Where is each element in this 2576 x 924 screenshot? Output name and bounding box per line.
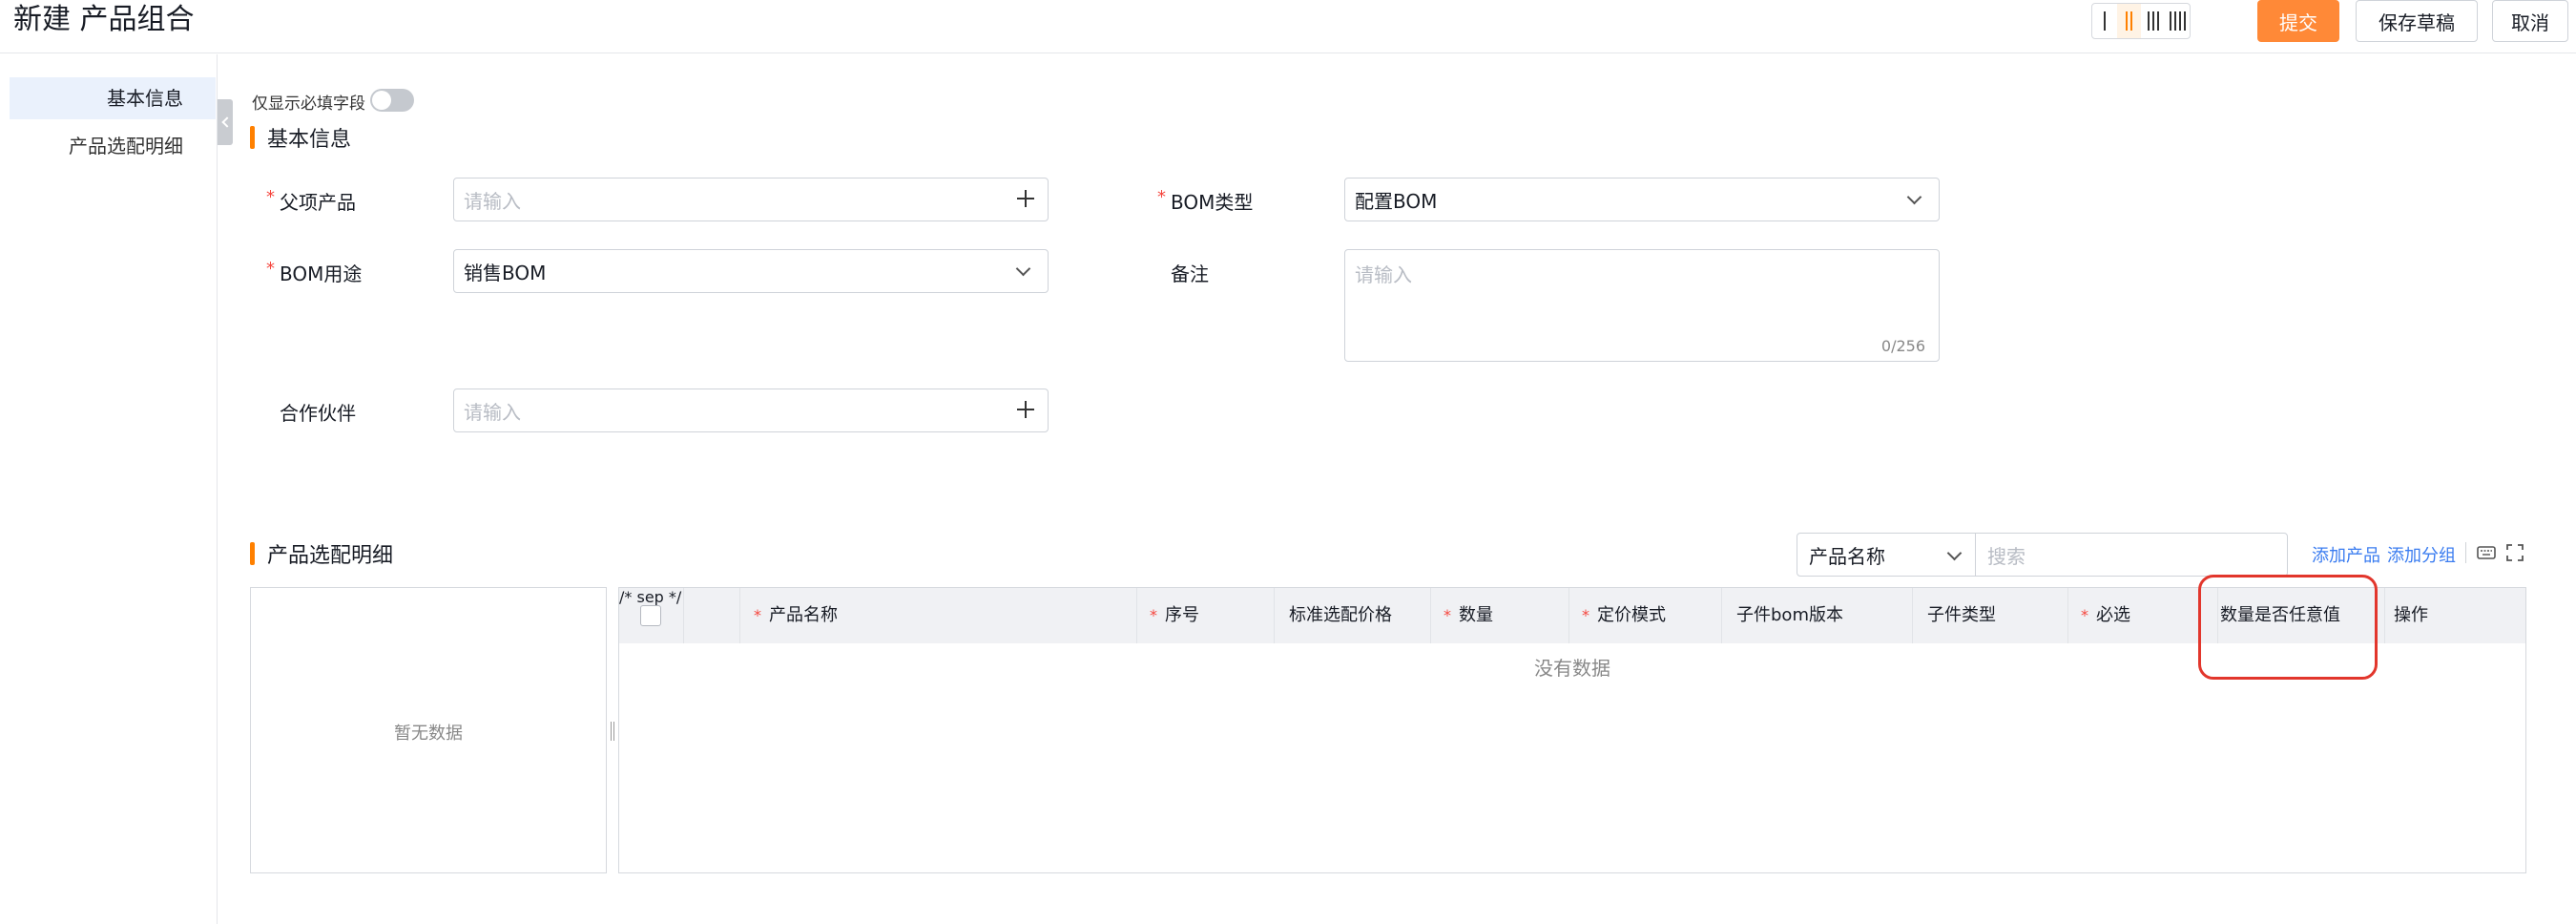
product-detail-heading: 产品选配明细 xyxy=(250,538,393,569)
search-field-select[interactable]: 产品名称 xyxy=(1797,533,1976,577)
submit-button[interactable]: 提交 xyxy=(2257,0,2339,42)
col-standard-price[interactable]: 标准选配价格 xyxy=(1289,588,1392,643)
bom-usage-value: 销售BOM xyxy=(464,261,547,284)
partner-placeholder: 请输入 xyxy=(464,400,521,424)
left-anchor-nav: 基本信息 产品选配明细 xyxy=(0,54,218,924)
column-divider xyxy=(1568,588,1569,643)
nav-item-basic-info[interactable]: 基本信息 xyxy=(10,77,216,119)
highlight-annotation-box xyxy=(2198,575,2378,680)
parent-product-placeholder: 请输入 xyxy=(464,189,521,213)
group-tree-panel: 暂无数据 xyxy=(250,587,607,873)
chevron-down-icon xyxy=(1946,545,1963,561)
page-title: 新建 产品组合 xyxy=(13,3,195,36)
col-child-type[interactable]: 子件类型 xyxy=(1927,588,1996,643)
layout-3-column-button[interactable] xyxy=(2141,4,2166,38)
column-divider xyxy=(1136,588,1137,643)
nav-item-product-detail[interactable]: 产品选配明细 xyxy=(10,125,216,167)
col-actions[interactable]: 操作 xyxy=(2394,588,2428,643)
tree-empty-text: 暂无数据 xyxy=(394,724,463,744)
plus-icon[interactable] xyxy=(1017,190,1034,207)
remark-char-counter: 0/256 xyxy=(1880,337,1925,355)
column-layout-switch xyxy=(2091,3,2191,39)
chevron-down-icon xyxy=(1906,189,1922,205)
fullscreen-icon[interactable] xyxy=(2504,542,2525,563)
layout-4-column-button[interactable] xyxy=(2166,4,2191,38)
bom-usage-select[interactable]: 销售BOM xyxy=(453,249,1049,293)
four-bars-icon xyxy=(2169,11,2186,31)
search-field-value: 产品名称 xyxy=(1809,544,1885,568)
collapse-nav-button[interactable] xyxy=(218,99,233,145)
cancel-button[interactable]: 取消 xyxy=(2492,0,2568,42)
partner-label: 合作伙伴 xyxy=(280,402,356,425)
chevron-down-icon xyxy=(1015,261,1031,277)
col-child-bom-version[interactable]: 子件bom版本 xyxy=(1736,588,1843,643)
bom-type-value: 配置BOM xyxy=(1355,189,1438,213)
col-required[interactable]: 必选 xyxy=(2081,588,2130,643)
column-divider xyxy=(683,588,684,643)
page-header: 新建 产品组合 提交 保存草稿 取消 xyxy=(0,0,2576,53)
bom-type-select[interactable]: 配置BOM xyxy=(1344,178,1940,221)
toolbar-divider xyxy=(2465,542,2466,563)
column-divider xyxy=(739,588,740,643)
layout-1-column-button[interactable] xyxy=(2092,4,2117,38)
chevron-left-icon xyxy=(220,116,233,128)
search-placeholder: 搜索 xyxy=(1987,544,2025,568)
panel-resize-handle[interactable] xyxy=(608,722,617,741)
select-all-checkbox[interactable] xyxy=(640,605,661,626)
partner-field[interactable]: 请输入 xyxy=(453,388,1049,432)
search-input[interactable]: 搜索 xyxy=(1975,533,2288,577)
col-quantity[interactable]: 数量 xyxy=(1444,588,1493,643)
column-divider xyxy=(2067,588,2068,643)
basic-info-heading: 基本信息 xyxy=(250,122,351,153)
plus-icon[interactable] xyxy=(1017,401,1034,418)
layout-2-column-button[interactable] xyxy=(2116,4,2141,38)
parent-product-field[interactable]: 请输入 xyxy=(453,178,1049,221)
required-only-toggle[interactable] xyxy=(370,89,414,112)
toggle-knob xyxy=(372,91,391,110)
remark-textarea[interactable]: 请输入 0/256 xyxy=(1344,249,1940,362)
bom-usage-label: BOM用途 xyxy=(266,259,362,286)
add-product-link[interactable]: 添加产品 xyxy=(2312,542,2380,567)
remark-placeholder: 请输入 xyxy=(1355,263,1412,286)
add-group-link[interactable]: 添加分组 xyxy=(2387,542,2456,567)
col-pricing-mode[interactable]: 定价模式 xyxy=(1582,588,1666,643)
remark-label: 备注 xyxy=(1171,262,1209,285)
keyboard-icon[interactable] xyxy=(2476,542,2497,563)
col-sequence[interactable]: 序号 xyxy=(1150,588,1199,643)
bom-type-label: BOM类型 xyxy=(1157,187,1253,215)
three-bars-icon xyxy=(2147,11,2159,31)
column-divider xyxy=(1430,588,1431,643)
required-only-label: 仅显示必填字段 xyxy=(252,94,365,114)
save-draft-button[interactable]: 保存草稿 xyxy=(2356,0,2478,42)
two-bars-icon xyxy=(2125,11,2132,31)
parent-product-label: 父项产品 xyxy=(266,187,356,215)
column-divider xyxy=(1274,588,1275,643)
col-product-name[interactable]: 产品名称 xyxy=(754,588,838,643)
one-bar-icon xyxy=(2103,11,2106,31)
column-divider xyxy=(2384,588,2385,643)
column-divider xyxy=(1912,588,1913,643)
column-divider xyxy=(1721,588,1722,643)
